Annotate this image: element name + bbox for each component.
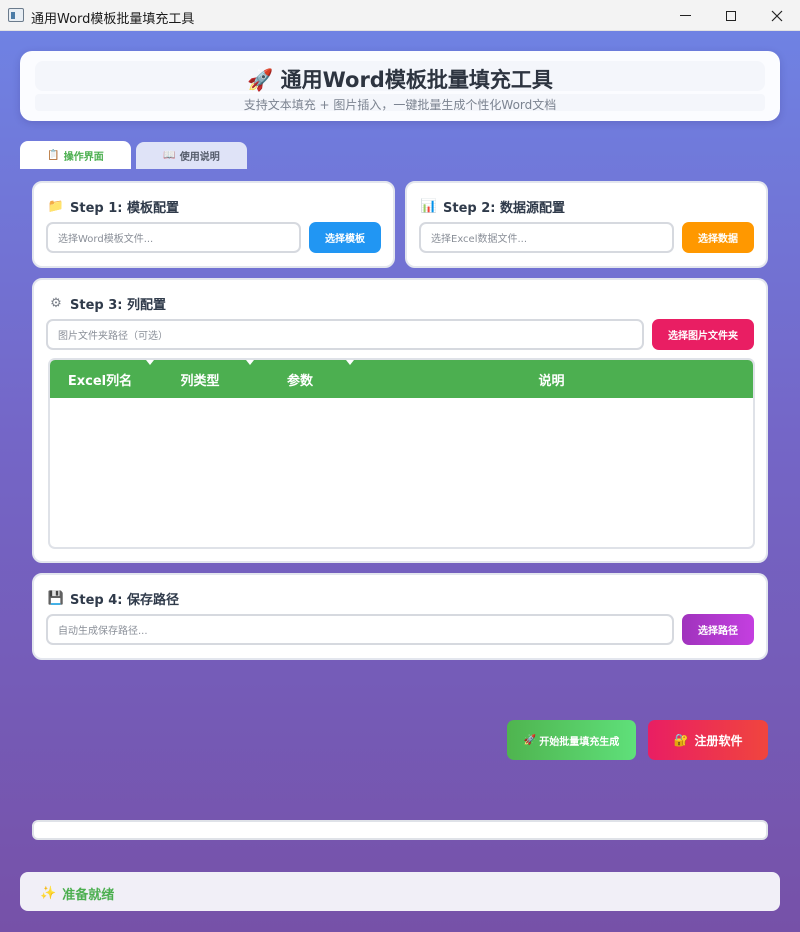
progress-bar: [32, 820, 768, 840]
step3-title-text: Step 3: 列配置: [70, 298, 166, 313]
header-title-box: 🚀 通用Word模板批量填充工具: [35, 61, 765, 94]
status-text: 准备就绪: [62, 888, 115, 903]
page-title-text: 通用Word模板批量填充工具: [280, 68, 553, 92]
close-button[interactable]: [754, 0, 800, 31]
sparkles-icon: ✨: [40, 886, 57, 901]
maximize-button[interactable]: [708, 0, 754, 31]
column-separator: [346, 360, 354, 365]
step4-title-text: Step 4: 保存路径: [70, 593, 179, 608]
status-message: ✨ 准备就绪: [40, 884, 114, 903]
app-window-icon: [8, 8, 24, 22]
step2-title-text: Step 2: 数据源配置: [443, 201, 565, 216]
rocket-icon: 🚀: [523, 734, 537, 746]
gear-icon: ⚙: [50, 296, 62, 311]
app-header: 🚀 通用Word模板批量填充工具 支持文本填充 + 图片插入，一键批量生成个性化…: [20, 51, 780, 121]
minimize-button[interactable]: [662, 0, 708, 31]
select-data-button[interactable]: 选择数据: [682, 222, 754, 253]
column-config-table: Excel列名 列类型 参数 说明: [48, 358, 755, 549]
select-image-folder-button[interactable]: 选择图片文件夹: [652, 319, 754, 350]
step2-title: 📊 Step 2: 数据源配置: [421, 197, 565, 216]
register-label: 注册软件: [694, 733, 743, 748]
excel-file-input[interactable]: 选择Excel数据文件...: [419, 222, 674, 253]
step4-title: 💾 Step 4: 保存路径: [48, 589, 179, 608]
tab-operation-label: 操作界面: [63, 151, 104, 163]
lock-icon: 🔐: [673, 733, 689, 747]
book-icon: 📖: [163, 150, 176, 161]
header-subtitle-box: 支持文本填充 + 图片插入，一键批量生成个性化Word文档: [35, 94, 765, 112]
folder-icon: 📁: [47, 199, 65, 214]
start-batch-label: 开始批量填充生成: [539, 736, 620, 748]
floppy-disk-icon: 💾: [47, 591, 65, 606]
column-header-type[interactable]: 列类型: [150, 360, 250, 398]
step2-card: 📊 Step 2: 数据源配置 选择Excel数据文件... 选择数据: [405, 181, 768, 268]
column-header-excel[interactable]: Excel列名: [50, 360, 150, 398]
step1-title-text: Step 1: 模板配置: [70, 201, 179, 216]
select-path-button[interactable]: 选择路径: [682, 614, 754, 645]
table-header: Excel列名 列类型 参数 说明: [50, 360, 753, 398]
start-batch-button[interactable]: 🚀 开始批量填充生成: [507, 720, 636, 760]
close-icon: [771, 10, 783, 21]
clipboard-icon: 📋: [47, 149, 60, 161]
step3-card: ⚙ Step 3: 列配置 图片文件夹路径（可选） 选择图片文件夹 Excel列…: [32, 278, 768, 563]
page-title: 🚀 通用Word模板批量填充工具: [35, 64, 765, 94]
column-separator: [246, 360, 254, 365]
tab-operation[interactable]: 📋 操作界面: [20, 141, 131, 169]
page-subtitle: 支持文本填充 + 图片插入，一键批量生成个性化Word文档: [243, 98, 557, 112]
save-path-input[interactable]: 自动生成保存路径...: [46, 614, 674, 645]
template-file-input[interactable]: 选择Word模板文件...: [46, 222, 301, 253]
step1-card: 📁 Step 1: 模板配置 选择Word模板文件... 选择模板: [32, 181, 395, 268]
select-template-button[interactable]: 选择模板: [309, 222, 381, 253]
minimize-icon: [679, 15, 691, 16]
column-header-desc[interactable]: 说明: [350, 360, 753, 398]
window-titlebar: 通用Word模板批量填充工具: [0, 0, 800, 31]
bar-chart-icon: 📊: [420, 199, 438, 214]
step4-card: 💾 Step 4: 保存路径 自动生成保存路径... 选择路径: [32, 573, 768, 660]
image-folder-input[interactable]: 图片文件夹路径（可选）: [46, 319, 644, 350]
column-header-param[interactable]: 参数: [250, 360, 350, 398]
register-button[interactable]: 🔐 注册软件: [648, 720, 768, 760]
column-separator: [146, 360, 154, 365]
tab-instructions-label: 使用说明: [179, 152, 220, 163]
step3-title: ⚙ Step 3: 列配置: [48, 294, 166, 313]
window-title: 通用Word模板批量填充工具: [31, 12, 195, 27]
app-body: 🚀 通用Word模板批量填充工具 支持文本填充 + 图片插入，一键批量生成个性化…: [0, 31, 800, 932]
rocket-icon: 🚀: [247, 68, 274, 92]
tab-instructions[interactable]: 📖 使用说明: [136, 142, 247, 169]
step1-title: 📁 Step 1: 模板配置: [48, 197, 179, 216]
status-bar: ✨ 准备就绪: [20, 872, 780, 911]
maximize-icon: [726, 10, 736, 21]
